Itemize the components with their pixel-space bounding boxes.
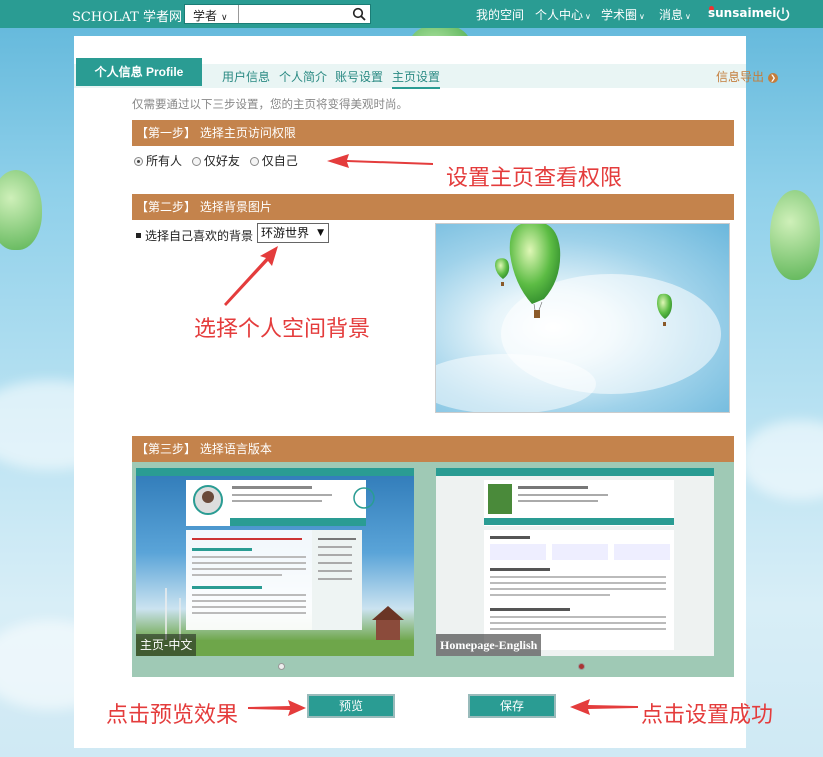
english-homepage-thumbnail[interactable]: Homepage-English <box>436 468 714 656</box>
tab-personal-intro[interactable]: 个人简介 <box>279 68 327 85</box>
english-homepage-mockup <box>436 468 714 650</box>
step2-header: 【第二步】 选择背景图片 <box>132 194 734 220</box>
settings-card: 个人信息 Profile 用户信息 个人简介 账号设置 主页设置 信息导出 ❯ 仅… <box>74 36 779 748</box>
nav-personal-center-label: 个人中心 <box>535 8 584 22</box>
chevron-down-icon: ∨ <box>221 13 228 23</box>
nav-academic-label: 学术圈 <box>601 8 638 22</box>
carousel-dot-2[interactable] <box>578 663 585 670</box>
username-link[interactable]: sunsaimei <box>708 6 776 20</box>
power-icon[interactable] <box>775 6 791 22</box>
background-select-value: 环游世界 <box>261 226 310 240</box>
chevron-down-icon: ∨ <box>585 12 591 21</box>
background-label: 选择自己喜欢的背景 <box>136 227 253 244</box>
nav-academic[interactable]: 学术圈 ∨ <box>601 6 645 23</box>
radio-button[interactable] <box>191 157 201 166</box>
tab-user-info[interactable]: 用户信息 <box>222 68 270 85</box>
chevron-down-icon: ∨ <box>639 12 645 21</box>
background-cloud <box>740 420 823 500</box>
radio-everyone[interactable]: 所有人 <box>134 154 182 168</box>
background-balloon <box>0 170 42 250</box>
annotation-choose-background: 选择个人空间背景 <box>194 317 371 342</box>
radio-friends-label: 仅好友 <box>203 154 240 168</box>
chinese-homepage-mockup <box>136 468 414 656</box>
english-version-label: Homepage-English <box>436 634 542 656</box>
language-carousel: 主页-中文 Homepage-English <box>132 462 734 677</box>
radio-button[interactable] <box>134 157 143 166</box>
setup-hint: 仅需要通过以下三步设置，您的主页将变得美观时尚。 <box>132 97 408 111</box>
visibility-radio-group: 所有人 仅好友 仅自己 <box>134 152 304 169</box>
arrow-left-icon <box>570 699 638 715</box>
background-preview-image <box>435 223 730 413</box>
background-balloon <box>770 190 820 280</box>
radio-self-label: 仅自己 <box>261 154 298 168</box>
search-box: 学者 ∨ <box>184 4 371 24</box>
bullet-icon <box>136 233 141 238</box>
step3-header: 【第三步】 选择语言版本 <box>132 436 734 462</box>
chinese-homepage-thumbnail[interactable]: 主页-中文 <box>136 468 414 656</box>
tab-account-settings[interactable]: 账号设置 <box>335 68 383 85</box>
arrow-left-icon <box>327 154 433 168</box>
caret-down-icon: ▼ <box>317 228 324 238</box>
export-info-label: 信息导出 <box>716 70 765 84</box>
tab-homepage-settings[interactable]: 主页设置 <box>392 68 441 89</box>
search-input[interactable] <box>241 5 351 23</box>
nav-messages-label: 消息 <box>659 8 684 22</box>
background-label-text: 选择自己喜欢的背景 <box>145 229 254 243</box>
top-navbar: SCHOLAT 学者网 学者 ∨ 我的空间 个人中心 ∨ 学术圈 ∨ 消息 ∨ suns… <box>0 0 823 28</box>
arrow-right-icon <box>248 700 306 716</box>
search-category-dropdown[interactable]: 学者 ∨ <box>185 5 239 23</box>
search-icon[interactable] <box>352 7 366 21</box>
profile-main-tab[interactable]: 个人信息 Profile <box>76 58 202 86</box>
radio-button[interactable] <box>249 157 259 166</box>
chinese-version-label: 主页-中文 <box>136 634 197 656</box>
annotation-set-permission: 设置主页查看权限 <box>446 166 623 191</box>
balloon-illustration <box>436 224 721 412</box>
export-info-link[interactable]: 信息导出 ❯ <box>716 68 779 85</box>
nav-messages[interactable]: 消息 ∨ <box>659 6 691 23</box>
save-button[interactable]: 保存 <box>468 694 556 718</box>
chevron-down-icon: ∨ <box>685 12 691 21</box>
annotation-click-save: 点击设置成功 <box>641 703 774 728</box>
site-logo[interactable]: SCHOLAT 学者网 <box>72 6 182 25</box>
radio-self-only[interactable]: 仅自己 <box>249 154 298 168</box>
nav-my-space[interactable]: 我的空间 <box>476 6 524 23</box>
chevron-right-icon: ❯ <box>768 73 779 83</box>
radio-friends-only[interactable]: 仅好友 <box>191 154 240 168</box>
radio-everyone-label: 所有人 <box>146 154 183 168</box>
search-category-label: 学者 <box>193 9 218 23</box>
preview-button[interactable]: 预览 <box>307 694 395 718</box>
nav-personal-center[interactable]: 个人中心 ∨ <box>535 6 591 23</box>
carousel-dot-1[interactable] <box>278 663 285 670</box>
step1-header: 【第一步】 选择主页访问权限 <box>132 120 734 146</box>
annotation-click-preview: 点击预览效果 <box>106 703 239 728</box>
arrow-up-right-icon <box>224 246 278 306</box>
background-select[interactable]: 环游世界 ▼ <box>257 223 329 243</box>
